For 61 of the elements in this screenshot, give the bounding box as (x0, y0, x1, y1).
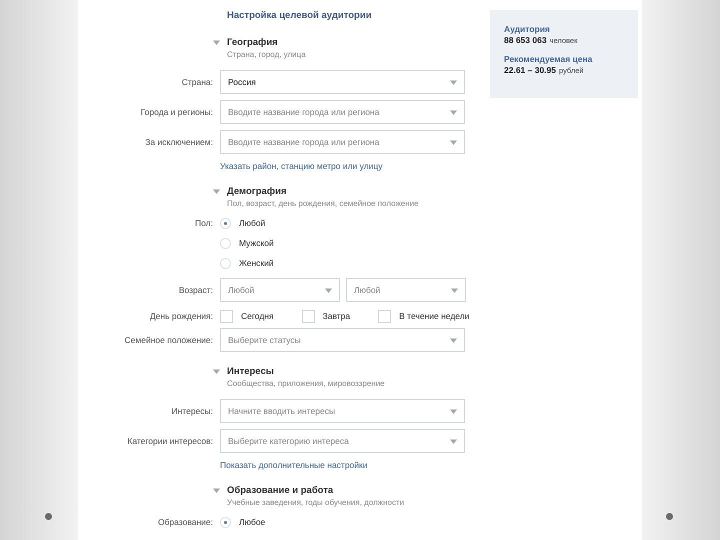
dropdown-field[interactable]: Выберите статусы (220, 328, 465, 352)
summary-heading: Аудитория (504, 24, 551, 35)
option-label: Мужской (239, 238, 274, 248)
dropdown-field[interactable]: Выберите категорию интереса (220, 429, 465, 453)
slide-dot (666, 513, 673, 520)
section-heading: Образование и работа (227, 484, 334, 496)
field-label: Интересы: (171, 405, 213, 418)
caret-icon (450, 138, 457, 146)
option-label: В течение недели (399, 311, 470, 321)
collapse-toggle-icon[interactable] (213, 368, 220, 374)
radio-button[interactable] (220, 218, 231, 228)
field-label: Семейное положение: (124, 334, 213, 347)
dropdown-field[interactable]: Вводите название города или региона (220, 100, 465, 124)
dropdown-field[interactable]: Вводите название города или региона (220, 130, 465, 154)
field-label: Города и регионы: (140, 106, 213, 119)
section-description: Сообщества, приложения, мировоззрение (227, 378, 386, 390)
caret-icon (450, 336, 457, 344)
dropdown-field[interactable]: Начните вводить интересы (220, 399, 465, 423)
summary-heading: Рекомендуемая цена (504, 54, 594, 65)
radio-button[interactable] (220, 516, 231, 528)
dropdown-field[interactable]: Любой (220, 278, 340, 302)
option-label: Любое (239, 517, 266, 527)
caret-icon (450, 438, 457, 444)
collapse-toggle-icon[interactable] (213, 486, 220, 494)
section-heading: Демография (227, 186, 286, 196)
summary-value: 22.61 – 30.95 (504, 65, 556, 76)
field-label: День рождения: (150, 310, 213, 323)
checkbox[interactable] (220, 310, 233, 322)
caret-icon (450, 78, 457, 86)
caret-icon (450, 408, 457, 414)
checkbox[interactable] (378, 310, 392, 322)
section-description: Пол, возраст, день рождения, семейное положение (227, 198, 420, 210)
option-label: Любой (239, 218, 266, 228)
section-heading: География (227, 36, 278, 48)
option-label: Сегодня (241, 311, 274, 321)
field-label: Образование: (158, 516, 213, 529)
collapse-toggle-icon[interactable] (213, 188, 220, 194)
caret-icon (450, 108, 457, 116)
caret-icon (325, 286, 332, 294)
collapse-toggle-icon[interactable] (213, 38, 220, 46)
slide-dot (45, 513, 52, 520)
section-heading: Интересы (227, 366, 274, 376)
option-label: Завтра (322, 311, 350, 321)
radio-button[interactable] (220, 238, 231, 248)
link[interactable]: Указать район, станцию метро или улицу (220, 160, 383, 172)
section-description: Учебные заведения, годы обучения, должности (227, 497, 406, 509)
radio-button[interactable] (220, 258, 231, 268)
dropdown-field[interactable]: Любой (346, 278, 466, 302)
field-label: Страна: (182, 76, 213, 89)
field-label: Категории интересов: (127, 435, 213, 448)
field-label: За исключением: (145, 136, 213, 149)
page-title: Настройка целевой аудитории (227, 9, 373, 23)
section-description: Страна, город, улица (227, 49, 307, 61)
option-label: Женский (239, 258, 274, 268)
dropdown-field[interactable]: Россия (220, 70, 465, 94)
field-label: Возраст: (178, 284, 213, 297)
checkbox[interactable] (302, 310, 315, 322)
caret-icon (451, 286, 458, 294)
field-label: Пол: (195, 217, 213, 230)
link[interactable]: Показать дополнительные настройки (220, 459, 368, 471)
summary-value: 88 653 063 (504, 35, 547, 46)
